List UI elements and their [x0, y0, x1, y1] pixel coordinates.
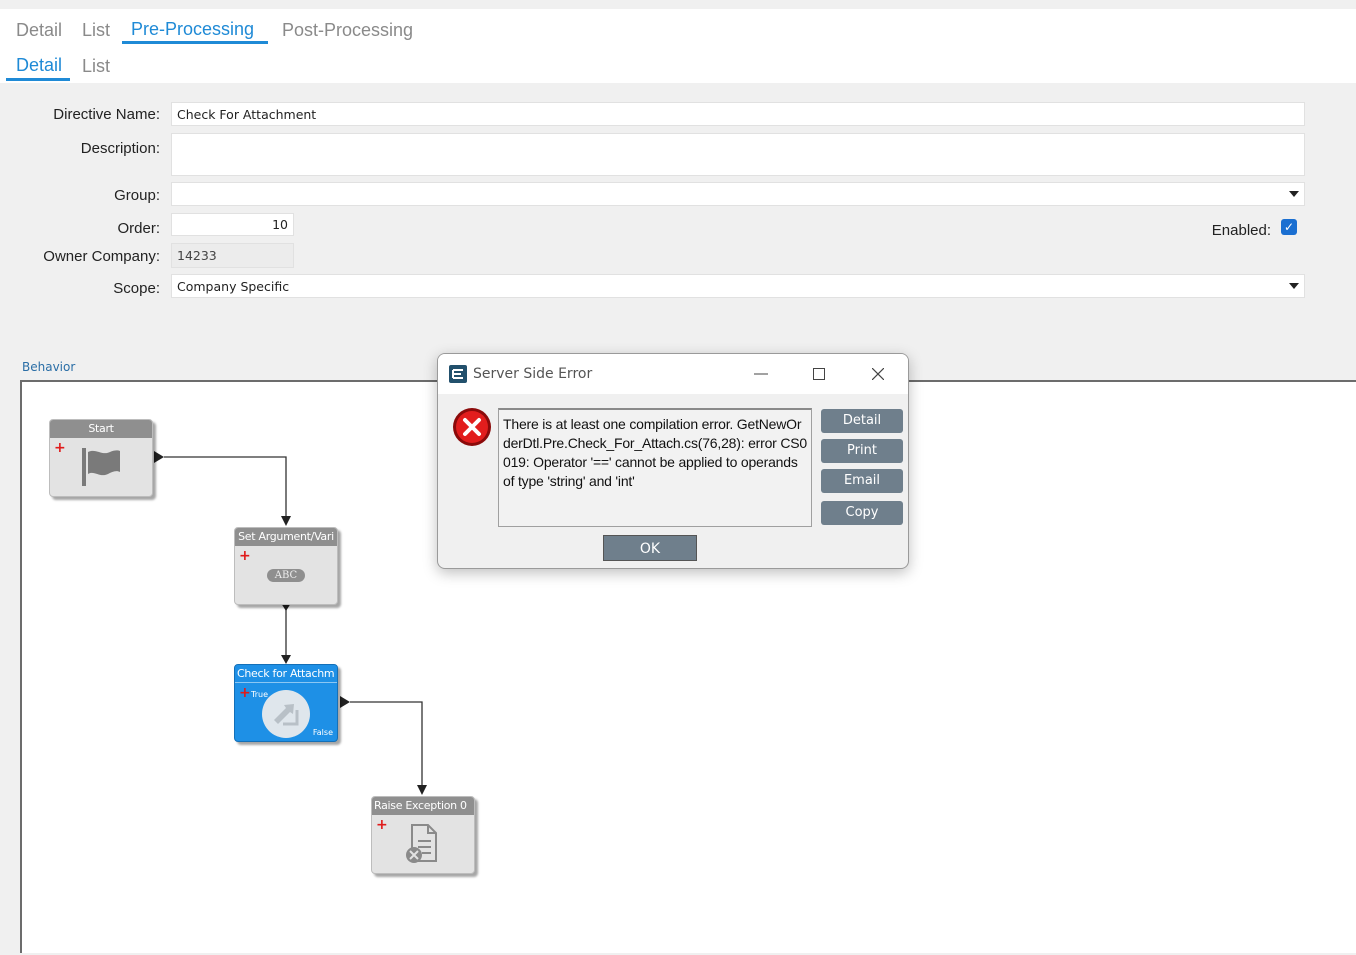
plus-icon[interactable]: + [239, 686, 251, 700]
false-branch-label: False [312, 728, 333, 737]
print-button[interactable]: Print [821, 439, 903, 463]
description-field[interactable] [171, 133, 1305, 176]
tab-pre-processing[interactable]: Pre-Processing [131, 19, 254, 40]
set-argument-node-title: Set Argument/Vari [235, 528, 337, 546]
document-error-icon [406, 824, 437, 863]
condition-icon [262, 690, 310, 738]
flag-icon [82, 448, 120, 486]
group-label: Group: [114, 187, 160, 204]
abc-badge-icon: ABC [267, 569, 305, 582]
close-icon[interactable] [872, 368, 884, 380]
subtab-active-underline [6, 78, 70, 81]
raise-exception-node-title: Raise Exception 0 [372, 797, 474, 815]
scope-dropdown-arrow-icon[interactable] [1289, 283, 1299, 289]
raise-exception-node[interactable]: Raise Exception 0 + [371, 796, 475, 874]
detail-button[interactable]: Detail [821, 409, 903, 433]
owner-company-field: 14233 [171, 243, 294, 268]
subtab-detail[interactable]: Detail [16, 55, 62, 76]
set-argument-node[interactable]: Set Argument/Vari + ABC [234, 527, 338, 605]
minimize-icon[interactable] [754, 373, 768, 375]
plus-icon[interactable]: + [54, 441, 66, 455]
enabled-label: Enabled: [1211, 222, 1271, 239]
error-icon [453, 408, 491, 446]
start-node[interactable]: Start + [49, 419, 153, 497]
behavior-label: Behavior [22, 360, 76, 374]
start-node-title: Start [50, 420, 152, 438]
maximize-icon[interactable] [813, 368, 825, 380]
group-dropdown-arrow-icon[interactable] [1289, 191, 1299, 197]
tab-list[interactable]: List [82, 20, 110, 41]
plus-icon[interactable]: + [239, 549, 251, 563]
owner-company-label: Owner Company: [43, 248, 160, 265]
email-button[interactable]: Email [821, 469, 903, 493]
window-top-strip [0, 0, 1356, 9]
copy-button[interactable]: Copy [821, 501, 903, 525]
order-field[interactable]: 10 [171, 213, 294, 236]
scope-label: Scope: [113, 280, 160, 297]
directive-name-label: Directive Name: [53, 106, 160, 123]
app-logo-icon [449, 365, 467, 383]
tab-bar: Detail List Pre-Processing Post-Processi… [0, 9, 1356, 83]
directive-name-field[interactable]: Check For Attachment [171, 102, 1305, 126]
enabled-checkbox[interactable]: ✓ [1281, 219, 1297, 235]
tab-post-processing[interactable]: Post-Processing [282, 20, 413, 41]
check-node-title: Check for Attachm [235, 665, 337, 683]
check-for-attachment-node[interactable]: Check for Attachm + True False [234, 664, 338, 742]
order-label: Order: [117, 220, 160, 237]
dialog-titlebar[interactable]: Server Side Error [438, 354, 908, 394]
tab-detail[interactable]: Detail [16, 20, 62, 41]
tab-active-underline [122, 41, 268, 44]
server-side-error-dialog: Server Side Error There is at least one … [437, 353, 909, 569]
plus-icon[interactable]: + [376, 818, 388, 832]
ok-button[interactable]: OK [603, 535, 697, 561]
group-dropdown[interactable] [171, 182, 1305, 206]
scope-dropdown[interactable]: Company Specific [171, 274, 1305, 298]
subtab-list[interactable]: List [82, 56, 110, 77]
error-message: There is at least one compilation error.… [498, 408, 812, 527]
description-label: Description: [80, 140, 160, 157]
dialog-title: Server Side Error [473, 366, 593, 382]
